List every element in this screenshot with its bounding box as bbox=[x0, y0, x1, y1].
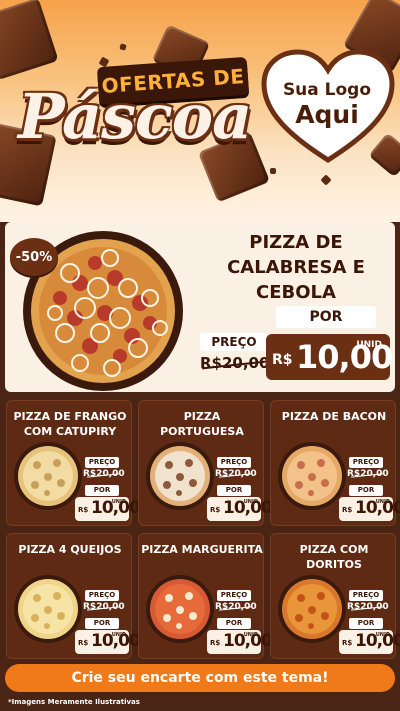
chocolate-crumb-icon bbox=[119, 43, 127, 51]
por-label: POR bbox=[217, 485, 251, 496]
old-price: R$20,00 bbox=[347, 469, 389, 479]
logo-line2: Aqui bbox=[295, 100, 359, 129]
price-label: PREÇO bbox=[349, 590, 383, 601]
price-label: PREÇO bbox=[217, 590, 251, 601]
new-price: R$ 10,00 UNID bbox=[75, 630, 141, 654]
currency-symbol: R$ bbox=[210, 639, 221, 647]
logo-line1: Sua Logo bbox=[282, 80, 372, 100]
price-label: PREÇO bbox=[349, 457, 383, 468]
product-name: PIZZA DE FRANGO COM CATUPIRY bbox=[13, 410, 127, 438]
chocolate-piece-icon bbox=[0, 0, 59, 81]
pizza-image bbox=[14, 575, 82, 643]
currency-symbol: R$ bbox=[78, 506, 89, 514]
chocolate-crumb-icon bbox=[270, 168, 276, 174]
product-card[interactable]: PIZZA COM DORITOS PREÇOR$20,00 PORR$10,00U… bbox=[270, 533, 400, 659]
page-title: Páscoa bbox=[18, 80, 252, 153]
unit-label: UNID bbox=[111, 632, 126, 638]
unit-label: UNID bbox=[243, 632, 258, 638]
new-price: R$ 10,00 UNID bbox=[207, 630, 273, 654]
pizza-image bbox=[146, 442, 214, 510]
price-label: PREÇO bbox=[85, 590, 119, 601]
old-price: R$20,00 bbox=[215, 602, 257, 612]
currency-symbol: R$ bbox=[78, 639, 89, 647]
product-card[interactable]: PIZZA DE FRANGO COM CATUPIRY PREÇOR$20,00… bbox=[6, 400, 141, 526]
product-name: PIZZA DE BACON bbox=[281, 410, 387, 423]
por-label: POR bbox=[349, 485, 383, 496]
product-name: PIZZA COM DORITOS bbox=[299, 543, 369, 571]
old-price: R$20,00 bbox=[347, 602, 389, 612]
pizza-image bbox=[278, 442, 346, 510]
unit-label: UNID bbox=[375, 499, 390, 505]
por-label: POR bbox=[217, 618, 251, 629]
currency-symbol: R$ bbox=[342, 506, 353, 514]
pizza-image bbox=[278, 575, 346, 643]
featured-price-label: PREÇO bbox=[200, 333, 268, 351]
featured-por-label: POR bbox=[276, 306, 376, 328]
product-name: PIZZA PORTUGUESA bbox=[160, 410, 244, 438]
old-price: R$20,00 bbox=[215, 469, 257, 479]
currency-symbol: R$ bbox=[272, 352, 293, 368]
unit-label: UNID bbox=[356, 340, 382, 350]
product-card[interactable]: PIZZA 4 QUEIJOS PREÇOR$20,00 PORR$10,00UNI… bbox=[6, 533, 141, 659]
pizza-image bbox=[146, 575, 214, 643]
new-price: R$ 10,00 UNID bbox=[339, 630, 400, 654]
pizza-image bbox=[14, 442, 82, 510]
product-card[interactable]: PIZZA MARGUERITA PREÇOR$20,00 PORR$10,00UN… bbox=[138, 533, 273, 659]
product-card[interactable]: PIZZA PORTUGUESA PREÇOR$20,00 PORR$10,00UN… bbox=[138, 400, 273, 526]
old-price: R$20,00 bbox=[83, 469, 125, 479]
product-card[interactable]: PIZZA DE BACON PREÇOR$20,00 PORR$10,00UNID bbox=[270, 400, 400, 526]
chocolate-crumb-icon bbox=[320, 174, 332, 186]
currency-symbol: R$ bbox=[210, 506, 221, 514]
featured-product-name: PIZZA DE CALABRESA E CEBOLA bbox=[227, 232, 365, 303]
new-price: R$ 10,00 UNID bbox=[75, 497, 141, 521]
new-price: R$ 10,00 UNID bbox=[207, 497, 273, 521]
unit-label: UNID bbox=[111, 499, 126, 505]
product-name: PIZZA MARGUERITA bbox=[141, 543, 263, 556]
featured-new-price: R$ 10,00 UNID bbox=[266, 334, 393, 380]
discount-badge: -50% bbox=[10, 238, 58, 276]
unit-label: UNID bbox=[375, 632, 390, 638]
old-price: R$20,00 bbox=[83, 602, 125, 612]
new-price: R$ 10,00 UNID bbox=[339, 497, 400, 521]
disclaimer-text: *Imagens Meramente Ilustrativas bbox=[8, 698, 140, 706]
cta-banner[interactable]: Crie seu encarte com este tema! bbox=[5, 664, 395, 692]
logo-placeholder[interactable]: Sua Logo Aqui bbox=[262, 80, 392, 130]
por-label: POR bbox=[85, 618, 119, 629]
product-name: PIZZA 4 QUEIJOS bbox=[18, 543, 122, 556]
por-label: POR bbox=[85, 485, 119, 496]
price-label: PREÇO bbox=[85, 457, 119, 468]
unit-label: UNID bbox=[243, 499, 258, 505]
currency-symbol: R$ bbox=[342, 639, 353, 647]
featured-old-price: R$20,00 bbox=[200, 354, 269, 372]
header-banner: OFERTAS DE Páscoa Sua Logo Aqui bbox=[0, 0, 400, 222]
price-label: PREÇO bbox=[217, 457, 251, 468]
por-label: POR bbox=[349, 618, 383, 629]
